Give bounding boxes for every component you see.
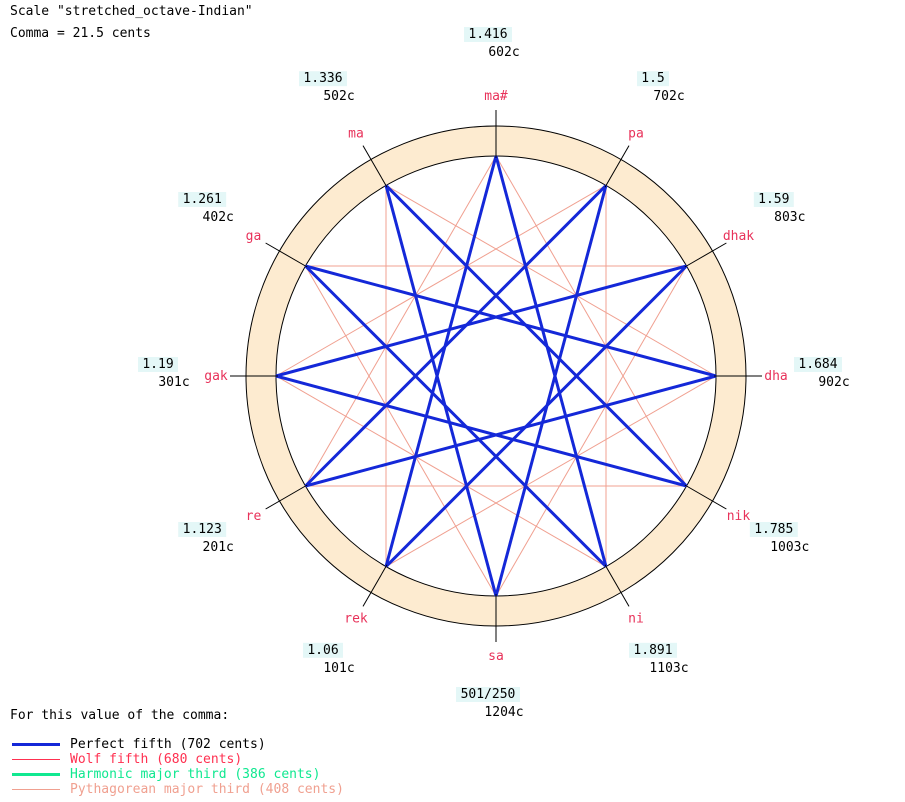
cents-label: 101c — [323, 661, 354, 676]
legend-label-wolf-fifth: Wolf fifth (680 cents) — [70, 752, 243, 767]
legend-item-pythagorean-third: Pythagorean major third (408 cents) — [12, 782, 432, 797]
note-name-label: dhak — [723, 229, 754, 244]
legend-title: For this value of the comma: — [10, 708, 230, 723]
cycle-diagram: Scale "stretched_octave-Indian" Comma = … — [0, 0, 905, 802]
legend-label-perfect-fifth: Perfect fifth (702 cents) — [70, 737, 266, 752]
cents-label: 803c — [774, 210, 805, 225]
note-name-label: ga — [246, 229, 262, 244]
note-ticks — [230, 110, 762, 642]
legend-item-perfect-fifth: Perfect fifth (702 cents) — [12, 737, 432, 752]
ratio-label: 1.19 — [142, 357, 173, 372]
ratio-label: 1.59 — [758, 192, 789, 207]
cents-label: 702c — [653, 89, 684, 104]
ratio-label: 1.06 — [307, 643, 338, 658]
pythagorean-third-lines — [275, 155, 717, 597]
cents-label: 602c — [488, 45, 519, 60]
note-name-label: gak — [204, 369, 228, 384]
note-name-label: ma — [348, 127, 364, 142]
cents-label: 301c — [158, 375, 189, 390]
cents-label: 502c — [323, 89, 354, 104]
cents-label: 1103c — [649, 661, 688, 676]
note-name-label: ni — [628, 611, 644, 626]
note-name-label: nik — [727, 509, 751, 524]
note-name-label: sa — [488, 649, 504, 664]
ratio-label: 1.123 — [183, 522, 222, 537]
legend-swatch-wolf-fifth — [12, 759, 60, 760]
cents-label: 402c — [203, 210, 234, 225]
ratio-label: 501/250 — [461, 687, 516, 702]
note-name-label: pa — [628, 127, 644, 142]
ring — [245, 125, 747, 627]
ratio-label: 1.336 — [303, 71, 342, 86]
cents-label: 902c — [818, 375, 849, 390]
ratio-label: 1.261 — [183, 192, 222, 207]
ring-band — [246, 126, 746, 626]
ratio-label: 1.5 — [641, 71, 664, 86]
legend-swatch-pythagorean-third — [12, 789, 60, 790]
note-name-label: re — [246, 509, 262, 524]
ratio-label: 1.891 — [633, 643, 672, 658]
note-name-label: rek — [344, 611, 368, 626]
ratio-label: 1.785 — [754, 522, 793, 537]
cents-label: 1204c — [484, 705, 523, 720]
note-name-label: dha — [764, 369, 787, 384]
ring-inner-border — [275, 155, 717, 597]
cents-label: 1003c — [770, 540, 809, 555]
legend-swatch-perfect-fifth — [12, 743, 60, 746]
circle-of-fifths-diagram: sa 501/250 1204c rek 1.06 101c re 1.123 201c gak 1… — [138, 27, 850, 720]
legend-item-harmonic-third: Harmonic major third (386 cents) — [12, 767, 432, 782]
legend-item-wolf-fifth: Wolf fifth (680 cents) — [12, 752, 432, 767]
note-name-label: ma# — [484, 89, 508, 104]
legend-swatch-harmonic-third — [12, 773, 60, 776]
ratio-label: 1.416 — [468, 27, 507, 42]
ratio-label: 1.684 — [798, 357, 837, 372]
perfect-fifth-lines — [275, 155, 717, 597]
legend-label-pythagorean-third: Pythagorean major third (408 cents) — [70, 782, 344, 797]
cents-label: 201c — [203, 540, 234, 555]
legend-label-harmonic-third: Harmonic major third (386 cents) — [70, 767, 321, 782]
